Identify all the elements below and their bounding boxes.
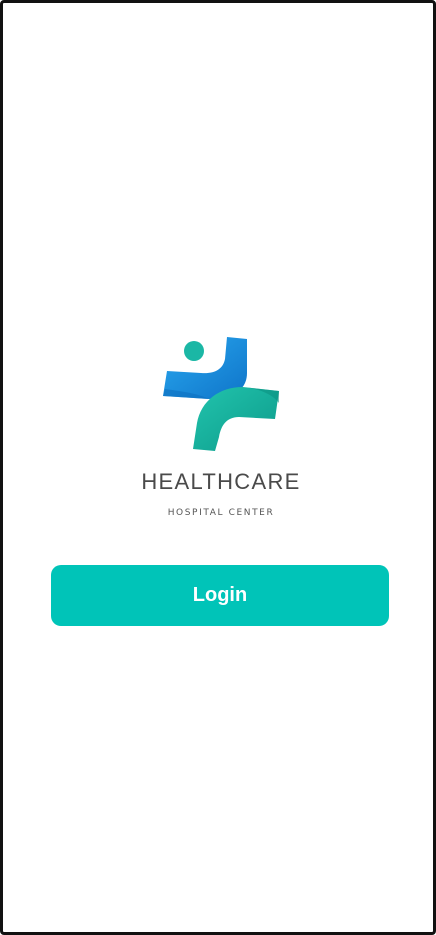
medical-cross-person-icon [163,337,279,451]
head-circle [184,341,204,361]
app-screen: HEALTHCARE HOSPITAL CENTER Login [0,0,436,935]
brand-tagline: HOSPITAL CENTER [167,508,275,518]
brand-name: HEALTHCARE [141,469,301,494]
brand-logo: HEALTHCARE HOSPITAL CENTER [3,333,436,523]
login-button[interactable]: Login [51,565,389,626]
